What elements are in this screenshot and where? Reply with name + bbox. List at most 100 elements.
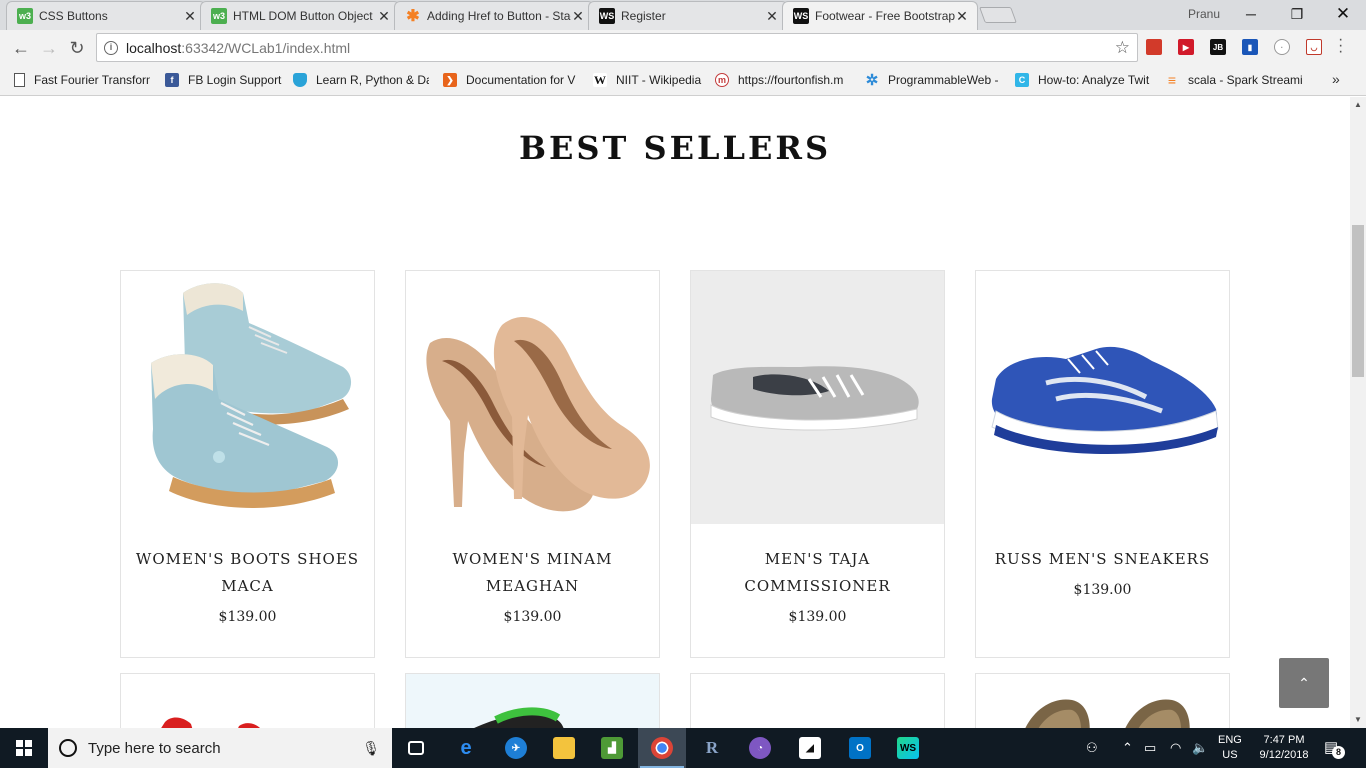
product-card[interactable] — [405, 673, 660, 728]
browser-tab[interactable]: ✱ Adding Href to Button - Stack Overflow… — [394, 1, 594, 30]
bookmark-label: Learn R, Python & Data — [316, 73, 429, 87]
product-name[interactable]: RUSS MEN'S SNEAKERS — [986, 546, 1219, 573]
app-button[interactable]: ▟ — [588, 728, 636, 768]
reload-icon[interactable]: ↻ — [65, 36, 89, 60]
star-icon[interactable]: ☆ — [1115, 38, 1130, 58]
minimize-icon[interactable]: ─ — [1228, 0, 1274, 28]
page-scrollbar[interactable]: ▲ ▼ — [1350, 97, 1366, 728]
w3schools-icon: w3 — [211, 8, 227, 24]
pdf-extension-icon[interactable] — [1146, 39, 1162, 55]
compass-icon: ✈ — [505, 737, 527, 759]
bookmark-item[interactable]: m https://fourtonfish.m — [715, 71, 853, 89]
bookmark-item[interactable]: C How-to: Analyze Twit — [1015, 71, 1151, 89]
chart-app-icon: ▟ — [601, 737, 623, 759]
close-icon[interactable]: ✕ — [183, 8, 197, 25]
w3schools-icon: w3 — [17, 8, 33, 24]
product-price: $139.00 — [503, 609, 562, 625]
jetbrains-extension-icon[interactable]: JB — [1210, 39, 1226, 55]
product-name[interactable]: WOMEN'S BOOTS SHOES MACA — [131, 546, 364, 600]
browser-tab[interactable]: WS Register ✕ — [588, 1, 788, 30]
system-clock[interactable]: 7:47 PM 9/12/2018 — [1252, 733, 1316, 763]
blue-boots-image[interactable] — [121, 271, 374, 524]
windows-taskbar: Type here to search 🎙 e ✈ ▟ R ◔ ◢ O WS ⚇… — [0, 728, 1366, 768]
product-card[interactable]: WOMEN'S MINAM MEAGHAN $139.00 — [405, 270, 660, 658]
back-arrow-icon[interactable]: ← — [9, 36, 33, 60]
tan-heels-image[interactable] — [406, 271, 659, 524]
r-app[interactable]: R — [688, 728, 736, 768]
product-name[interactable]: MEN'S TAJA COMMISSIONER — [701, 546, 934, 600]
product-card[interactable]: WOMEN'S BOOTS SHOES MACA $139.00 — [120, 270, 375, 658]
address-bar[interactable]: i localhost:63342/WCLab1/index.html ☆ — [96, 33, 1138, 62]
forward-arrow-icon[interactable]: → — [37, 36, 61, 60]
pocket-extension-icon[interactable]: ◡ — [1306, 39, 1322, 55]
info-icon[interactable]: i — [104, 40, 118, 55]
browser-tab-active[interactable]: WS Footwear - Free Bootstrap ✕ — [782, 1, 978, 30]
chevron-up-icon[interactable]: ⌃ — [1122, 740, 1133, 756]
product-card[interactable] — [975, 673, 1230, 728]
tab-strip: w3 CSS Buttons ✕ w3 HTML DOM Button Obje… — [0, 0, 1366, 30]
sticky-notes-app[interactable]: ◢ — [786, 728, 834, 768]
bookmark-item[interactable]: W NIIT - Wikipedia — [593, 71, 705, 89]
microphone-icon[interactable]: 🎙 — [362, 740, 380, 757]
restore-icon[interactable]: ❐ — [1274, 0, 1320, 28]
app-button[interactable]: ✈ — [492, 728, 540, 768]
product-card[interactable]: RUSS MEN'S SNEAKERS $139.00 — [975, 270, 1230, 658]
close-icon[interactable]: ✕ — [765, 8, 779, 25]
close-icon[interactable]: ✕ — [571, 8, 585, 25]
chrome-app[interactable] — [638, 728, 686, 768]
tab-title: Register — [621, 9, 666, 23]
bookmark-item[interactable]: Fast Fourier Transform — [14, 71, 150, 89]
bookmark-extension-icon[interactable]: ▮ — [1242, 39, 1258, 55]
blue-running-shoe-image[interactable] — [976, 271, 1229, 524]
battery-icon[interactable]: ▭ — [1144, 740, 1156, 756]
profile-name[interactable]: Pranu — [1188, 7, 1220, 21]
outlook-app[interactable]: O — [836, 728, 884, 768]
scroll-up-arrow-icon[interactable]: ▲ — [1350, 97, 1366, 113]
scrollbar-thumb[interactable] — [1352, 225, 1364, 377]
close-icon[interactable]: ✕ — [955, 8, 969, 25]
scroll-to-top-button[interactable]: ⌃ — [1279, 658, 1329, 708]
people-icon[interactable]: ⚇ — [1086, 740, 1098, 756]
menu-icon[interactable]: · · · — [1338, 32, 1346, 60]
close-window-icon[interactable]: ✕ — [1320, 0, 1366, 28]
product-card[interactable] — [120, 673, 375, 728]
task-view-button[interactable] — [392, 728, 440, 768]
input-language[interactable]: ENG US — [1218, 733, 1242, 763]
product-card[interactable]: MEN'S TAJA COMMISSIONER $139.00 — [690, 270, 945, 658]
r-icon: R — [705, 738, 719, 757]
circle-extension-icon[interactable]: · — [1274, 39, 1290, 55]
bookmark-item[interactable]: ❯ Documentation for V — [443, 71, 579, 89]
green-shoe-image — [474, 707, 564, 728]
webstorm-app[interactable]: WS — [884, 728, 932, 768]
url-text[interactable]: localhost:63342/WCLab1/index.html — [126, 40, 1115, 56]
wifi-icon[interactable]: ◠ — [1170, 740, 1181, 756]
task-view-icon — [408, 741, 424, 755]
file-explorer-app[interactable] — [540, 728, 588, 768]
close-icon[interactable]: ✕ — [377, 8, 391, 25]
video-extension-icon[interactable]: ▶ — [1178, 39, 1194, 55]
bookmark-label: Fast Fourier Transform — [34, 73, 150, 87]
product-card[interactable] — [690, 673, 945, 728]
product-name[interactable]: WOMEN'S MINAM MEAGHAN — [416, 546, 649, 600]
bookmark-item[interactable]: f FB Login Support — [165, 71, 285, 89]
bookmarks-bar: Fast Fourier Transform f FB Login Suppor… — [0, 65, 1366, 96]
taskbar-search[interactable]: Type here to search 🎙 — [48, 728, 392, 768]
folder-icon — [553, 737, 575, 759]
action-center-button[interactable]: ▤ 8 — [1324, 738, 1345, 759]
bookmark-item[interactable]: Learn R, Python & Data — [293, 71, 429, 89]
windows-start-button[interactable] — [0, 728, 48, 768]
more-bookmarks-icon[interactable]: » — [1332, 71, 1340, 87]
browser-tab[interactable]: w3 HTML DOM Button Object ✕ — [200, 1, 400, 30]
scroll-down-arrow-icon[interactable]: ▼ — [1350, 712, 1366, 728]
bookmark-item[interactable]: ≡ scala - Spark Streamin — [1165, 71, 1303, 89]
tab-title: HTML DOM Button Object — [233, 9, 373, 23]
product-price: $139.00 — [788, 609, 847, 625]
facebook-icon: f — [165, 73, 179, 87]
grey-sneaker-image[interactable] — [691, 271, 944, 524]
new-tab-button[interactable] — [979, 7, 1017, 23]
app-button[interactable]: ◔ — [736, 728, 784, 768]
edge-app[interactable]: e — [442, 728, 490, 768]
bookmark-item[interactable]: ✲ ProgrammableWeb - — [865, 71, 1001, 89]
volume-icon[interactable]: 🔈 — [1192, 740, 1208, 756]
browser-tab[interactable]: w3 CSS Buttons ✕ — [6, 1, 206, 30]
